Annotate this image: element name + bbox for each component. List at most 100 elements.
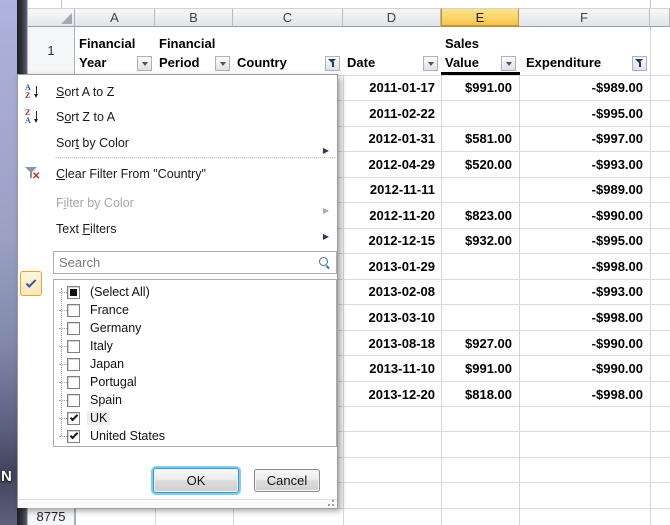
column-header-g-partial[interactable] [650,8,670,27]
list-item-uk[interactable]: UK [54,409,336,427]
date-cell[interactable]: 2011-01-17 [343,80,435,95]
gridline [519,27,520,525]
expenditure-cell[interactable]: -$998.00 [519,387,643,402]
menu-item-text-filters[interactable]: Text Filters ▶ [18,217,337,241]
expenditure-cell[interactable]: -$995.00 [519,233,643,248]
sales-cell[interactable]: $520.00 [441,157,512,172]
submenu-arrow-icon: ▶ [323,225,329,249]
filter-dropdown-button-sales[interactable] [501,56,516,71]
sales-cell[interactable]: $932.00 [441,233,512,248]
row-header-1[interactable]: 1 [28,27,75,75]
list-item-spain[interactable]: Spain [54,391,336,409]
menu-item-clear-filter[interactable]: ✕ Clear Filter From "Country" [18,162,337,186]
menu-item-filter-by-color: Filter by Color ▶ [18,191,337,215]
active-cell-border [441,72,520,75]
header-b1-line2: Period [159,55,199,70]
column-header-b[interactable]: B [155,8,233,27]
sales-cell[interactable]: $818.00 [441,387,512,402]
expenditure-cell[interactable]: -$997.00 [519,131,643,146]
checkbox-unchecked[interactable] [67,358,80,371]
expenditure-cell[interactable]: -$989.00 [519,80,643,95]
cell-b1[interactable]: FinancialPeriod [155,27,233,75]
expenditure-cell[interactable]: -$990.00 [519,361,643,376]
list-item-united-states[interactable]: United States [54,427,336,445]
checkbox-partial[interactable] [67,286,80,299]
clear-filter-icon: ✕ [25,166,41,182]
resize-grip-icon[interactable] [324,499,334,506]
cell-e1-active[interactable]: SalesValue [441,27,519,75]
menu-separator [54,157,335,158]
sales-cell[interactable]: $581.00 [441,131,512,146]
expenditure-cell[interactable]: -$993.00 [519,284,643,299]
checkbox-unchecked[interactable] [67,322,80,335]
column-header-f[interactable]: F [519,8,650,27]
sales-cell[interactable]: $991.00 [441,361,512,376]
expenditure-cell[interactable]: -$993.00 [519,157,643,172]
search-box [53,251,337,274]
date-cell[interactable]: 2012-12-15 [343,233,435,248]
menu-item-sort-a-to-z[interactable]: AZ Sort A to Z [18,80,337,104]
date-cell[interactable]: 2011-02-22 [343,106,435,121]
date-cell[interactable]: 2013-02-08 [343,284,435,299]
date-cell[interactable]: 2012-04-29 [343,157,435,172]
date-cell[interactable]: 2013-11-10 [343,361,435,376]
sales-cell[interactable]: $991.00 [441,80,512,95]
ok-button[interactable]: OK [153,468,239,493]
checkbox-checked[interactable] [67,430,80,443]
sales-cell[interactable]: $927.00 [441,336,512,351]
filter-dropdown-button-a[interactable] [137,56,152,71]
expenditure-cell[interactable]: -$995.00 [519,106,643,121]
list-item-portugal[interactable]: Portugal [54,373,336,391]
date-cell[interactable]: 2012-01-31 [343,131,435,146]
gridline [650,27,651,525]
filter-active-button-expenditure[interactable] [632,56,647,71]
date-cell[interactable]: 2013-12-20 [343,387,435,402]
cancel-button[interactable]: Cancel [254,469,320,492]
date-cell[interactable]: 2013-08-18 [343,336,435,351]
menu-item-sort-by-color[interactable]: Sort by Color ▶ [18,131,337,155]
filter-values-list: (Select All) France Germany Italy Japan … [53,279,337,447]
checkbox-unchecked[interactable] [67,340,80,353]
formula-bar-bottom [28,0,670,8]
search-icon[interactable] [319,257,331,269]
cell-a1[interactable]: FinancialYear [75,27,155,75]
checkbox-unchecked[interactable] [67,376,80,389]
list-item-select-all[interactable]: (Select All) [54,283,336,301]
search-input[interactable] [54,252,316,273]
filter-active-button-country[interactable] [325,56,340,71]
gridline [441,27,442,525]
date-cell[interactable]: 2013-03-10 [343,310,435,325]
date-cell[interactable]: 2013-01-29 [343,259,435,274]
select-all-corner[interactable] [28,8,75,27]
cell-d1[interactable]: Date [343,27,441,75]
checkbox-unchecked[interactable] [67,304,80,317]
gridline [28,508,670,509]
desktop-background: N [0,0,17,525]
expenditure-cell[interactable]: -$989.00 [519,182,643,197]
list-item-japan[interactable]: Japan [54,355,336,373]
list-item-france[interactable]: France [54,301,336,319]
column-header-c[interactable]: C [233,8,343,27]
filter-dropdown-button-date[interactable] [423,56,438,71]
expenditure-cell[interactable]: -$998.00 [519,259,643,274]
expenditure-cell[interactable]: -$990.00 [519,336,643,351]
expenditure-cell[interactable]: -$998.00 [519,310,643,325]
header-a1-line2: Year [79,55,106,70]
cell-c1[interactable]: Country [233,27,343,75]
filter-dropdown-button-b[interactable] [215,56,230,71]
checkbox-unchecked[interactable] [67,394,80,407]
checkbox-checked[interactable] [67,412,80,425]
list-item-italy[interactable]: Italy [54,337,336,355]
row-header-8775[interactable]: 8775 [28,508,75,525]
sales-cell[interactable]: $823.00 [441,208,512,223]
menu-item-sort-z-to-a[interactable]: ZA Sort Z to A [18,105,337,129]
column-header-a[interactable]: A [75,8,155,27]
column-header-d[interactable]: D [343,8,441,27]
date-cell[interactable]: 2012-11-11 [343,182,435,197]
expenditure-cell[interactable]: -$990.00 [519,208,643,223]
date-cell[interactable]: 2012-11-20 [343,208,435,223]
menu-resize-bar[interactable] [18,499,337,508]
list-item-germany[interactable]: Germany [54,319,336,337]
column-header-e-selected[interactable]: E [441,8,519,27]
cell-f1[interactable]: Expenditure [519,27,650,75]
